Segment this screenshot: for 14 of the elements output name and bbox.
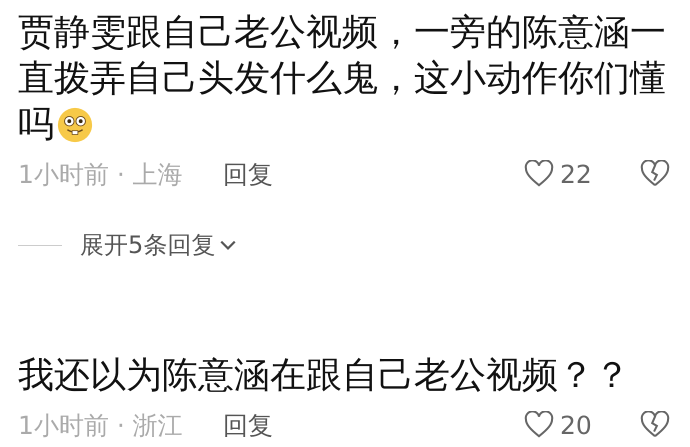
- broken-heart-icon[interactable]: [640, 160, 670, 188]
- time-location: 1小时前 · 浙江: [18, 410, 183, 442]
- like-count: 22: [560, 160, 593, 188]
- heart-icon[interactable]: [524, 411, 554, 439]
- chevron-down-icon[interactable]: [219, 238, 238, 252]
- reply-link[interactable]: 回复: [222, 408, 273, 442]
- comment-text: 贾静雯跟自己老公视频，一旁的陈意涵一直拨弄自己头发什么鬼，这小动作你们懂吗: [18, 11, 667, 147]
- reply-link[interactable]: 回复: [222, 158, 273, 190]
- comment-text: 我还以为陈意涵在跟自己老公视频？？: [18, 354, 631, 398]
- like-count: 20: [560, 410, 593, 440]
- heart-icon[interactable]: [524, 160, 554, 188]
- broken-heart-icon[interactable]: [640, 411, 670, 439]
- time-location: 1小时前 · 上海: [18, 158, 183, 190]
- expand-replies-link[interactable]: 展开5条回复: [80, 229, 238, 261]
